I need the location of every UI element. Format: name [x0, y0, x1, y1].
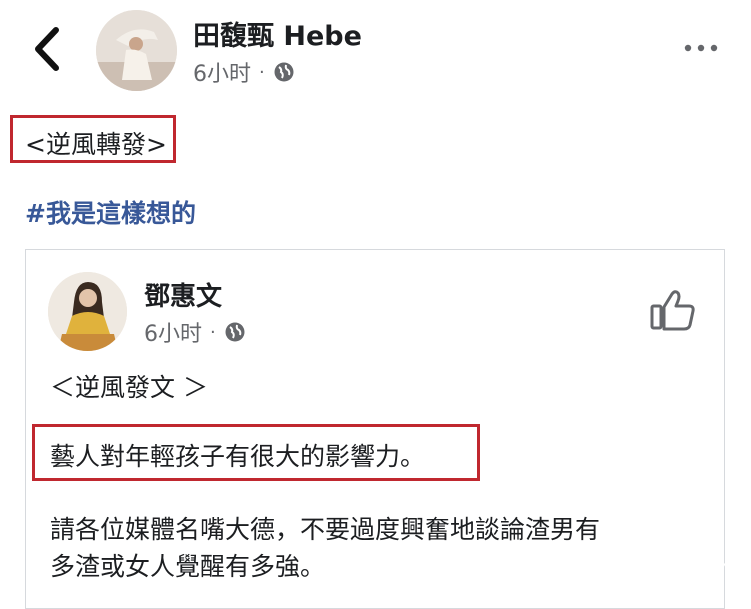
- shared-post-label: ＜逆風發文 ＞: [50, 373, 208, 402]
- repost-label: <逆風轉發>: [25, 130, 167, 159]
- back-button[interactable]: [30, 26, 64, 72]
- shared-author-name[interactable]: 鄧惠文: [144, 276, 222, 313]
- watermark: 深八深夜八卦: [581, 550, 727, 577]
- shared-author-avatar[interactable]: [48, 272, 127, 351]
- watermark-text: 深八深夜八卦: [613, 554, 728, 576]
- shared-post-time: 6小时: [144, 322, 202, 347]
- repost-label-box: <逆風轉發>: [10, 115, 176, 163]
- meta-separator: ·: [259, 61, 265, 83]
- meta-separator: ·: [210, 321, 216, 343]
- globe-icon: [225, 322, 245, 342]
- thumbs-up-icon[interactable]: [650, 288, 696, 332]
- avatar-photo: [96, 10, 177, 91]
- avatar-photo: [48, 272, 127, 351]
- hashtag-link[interactable]: #我是這樣想的: [25, 194, 196, 230]
- post-meta: 6小时 ·: [193, 56, 295, 88]
- author-name[interactable]: 田馥甄 Hebe: [193, 14, 362, 53]
- shared-post-meta: 6小时 ·: [144, 316, 246, 348]
- more-options-button[interactable]: [684, 40, 718, 56]
- avatar[interactable]: [96, 10, 177, 91]
- post-time: 6小时: [193, 62, 251, 87]
- wechat-icon: [581, 553, 607, 573]
- highlighted-sentence: 藝人對年輕孩子有很大的影響力。: [50, 442, 426, 471]
- globe-icon: [274, 62, 294, 82]
- body-line: 請各位媒體名嘴大德，不要過度興奮地談論渣男有: [50, 515, 601, 544]
